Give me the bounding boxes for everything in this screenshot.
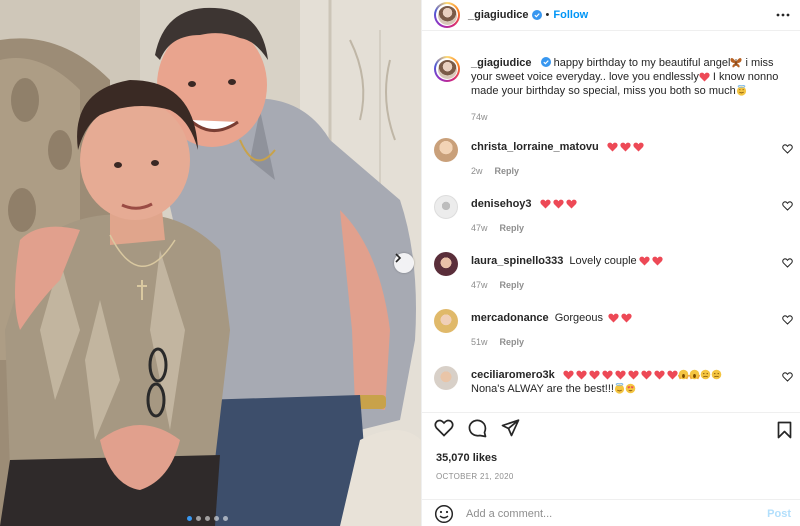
comment-text: Gorgeous (554, 312, 604, 324)
carousel-next-button[interactable] (394, 253, 414, 273)
scream-emoji-icon (677, 369, 689, 380)
comment-text: Nona's ALWAY are the best!!! (471, 383, 614, 395)
reply-button[interactable]: Reply (495, 166, 520, 176)
angel-emoji-icon (736, 85, 746, 96)
comment-item: mercadonance Gorgeous 51w Reply (434, 309, 800, 349)
like-heart-icon[interactable] (434, 419, 454, 437)
heart-emoji-icon (607, 142, 618, 152)
heart-emoji-icon (576, 370, 587, 380)
commenter-avatar[interactable] (434, 309, 458, 333)
commenter-avatar[interactable] (434, 366, 458, 390)
scream-emoji-icon (688, 369, 700, 380)
comment-time[interactable]: 47w (471, 280, 488, 290)
post-caption: _giagiudice happy birthday to my beautif… (422, 46, 800, 124)
heart-emoji-icon (699, 72, 710, 82)
comment-emojis (606, 312, 632, 324)
comment-time[interactable]: 51w (471, 337, 488, 347)
share-paper-plane-icon[interactable] (501, 419, 520, 437)
comment-emojis (605, 141, 644, 153)
comment-username[interactable]: ceciliaromero3k (471, 369, 555, 381)
commenter-avatar[interactable] (434, 252, 458, 276)
heart-emoji-icon (621, 313, 632, 323)
comment-text: Lovely couple (569, 255, 637, 267)
carousel-dot (223, 516, 228, 521)
comment-item: christa_lorraine_matovu 2w Reply (434, 138, 800, 178)
reply-button[interactable]: Reply (500, 280, 525, 290)
comment-username[interactable]: christa_lorraine_matovu (471, 141, 599, 153)
heart-emoji-icon (628, 370, 639, 380)
post-details-panel: _giagiudice • Follow _giagiudice happy b… (421, 0, 800, 526)
post-comment-button[interactable]: Post (767, 508, 791, 520)
post-date[interactable]: OCTOBER 21, 2020 (436, 472, 514, 481)
heart-emoji-icon (615, 370, 626, 380)
carousel-dot (187, 516, 192, 521)
emoji-picker-icon[interactable] (434, 504, 454, 524)
post-actions: 35,070 likes OCTOBER 21, 2020 Post (422, 412, 800, 526)
like-comment-icon[interactable] (782, 315, 793, 325)
comment-time[interactable]: 2w (471, 166, 483, 176)
comment-username[interactable]: denisehoy3 (471, 198, 532, 210)
comment-item: ceciliaromero3k Nona's ALWAY are the bes… (434, 366, 800, 396)
comment-username[interactable]: mercadonance (471, 312, 549, 324)
heart-emoji-icon (589, 370, 600, 380)
carousel-dot (214, 516, 219, 521)
angel-emoji-icon (614, 383, 625, 394)
like-comment-icon[interactable] (782, 258, 793, 268)
heart-emoji-icon (667, 370, 678, 380)
add-comment-bar: Post (422, 499, 800, 526)
commenter-avatar[interactable] (434, 195, 458, 219)
heart-emoji-icon (652, 256, 663, 266)
comment-emojis (637, 255, 663, 267)
reply-button[interactable]: Reply (500, 337, 525, 347)
heart-emoji-icon (620, 142, 631, 152)
heart-emoji-icon (608, 313, 619, 323)
comment-time[interactable]: 47w (471, 223, 488, 233)
reply-button[interactable]: Reply (500, 223, 525, 233)
verified-badge-icon (531, 10, 542, 20)
butterfly-icon (730, 58, 742, 68)
comment-input[interactable] (466, 507, 756, 520)
carousel-indicator (187, 516, 228, 521)
like-comment-icon[interactable] (782, 372, 793, 382)
like-comment-icon[interactable] (782, 144, 793, 154)
caption-username[interactable]: _giagiudice (471, 57, 532, 69)
header-separator: • (545, 9, 550, 21)
caption-author-avatar[interactable] (434, 56, 460, 82)
heart-emoji-icon (641, 370, 652, 380)
heart-emoji-icon (552, 199, 564, 209)
comment-bubble-icon[interactable] (468, 419, 487, 438)
carousel-dot (205, 516, 210, 521)
more-options-icon[interactable] (776, 8, 790, 22)
author-avatar[interactable] (434, 2, 460, 28)
heart-emoji-icon (654, 370, 665, 380)
likes-count[interactable]: 35,070 likes (436, 452, 497, 464)
heart-emoji-icon (602, 370, 613, 380)
heart-emoji-icon (565, 199, 577, 209)
sad-emoji-icon (700, 369, 711, 380)
sad-emoji-icon (711, 369, 722, 380)
heart-eyes-emoji-icon (625, 383, 636, 394)
heart-emoji-icon (563, 370, 574, 380)
photo-illustration (0, 0, 421, 526)
comment-item: denisehoy3 47w Reply (434, 195, 800, 235)
chevron-right-icon (395, 253, 402, 263)
comment-item: laura_spinello333 Lovely couple 47w Reply (434, 252, 800, 292)
post-photo[interactable] (0, 0, 421, 526)
carousel-dot (196, 516, 201, 521)
post-header: _giagiudice • Follow (422, 0, 800, 31)
caption-text-part: happy birthday to my beautiful angel (553, 57, 731, 69)
heart-emoji-icon (633, 142, 644, 152)
like-comment-icon[interactable] (782, 201, 793, 211)
commenter-avatar[interactable] (434, 138, 458, 162)
heart-emoji-icon (639, 256, 650, 266)
save-bookmark-icon[interactable] (777, 421, 792, 439)
comment-username[interactable]: laura_spinello333 (471, 255, 563, 267)
author-username[interactable]: _giagiudice (468, 9, 529, 21)
caption-timestamp: 74w (471, 112, 488, 122)
heart-emoji-icon (539, 199, 551, 209)
comment-emojis (561, 369, 678, 381)
follow-button[interactable]: Follow (553, 9, 588, 21)
comment-emojis (538, 198, 577, 210)
verified-badge-icon (540, 57, 551, 67)
